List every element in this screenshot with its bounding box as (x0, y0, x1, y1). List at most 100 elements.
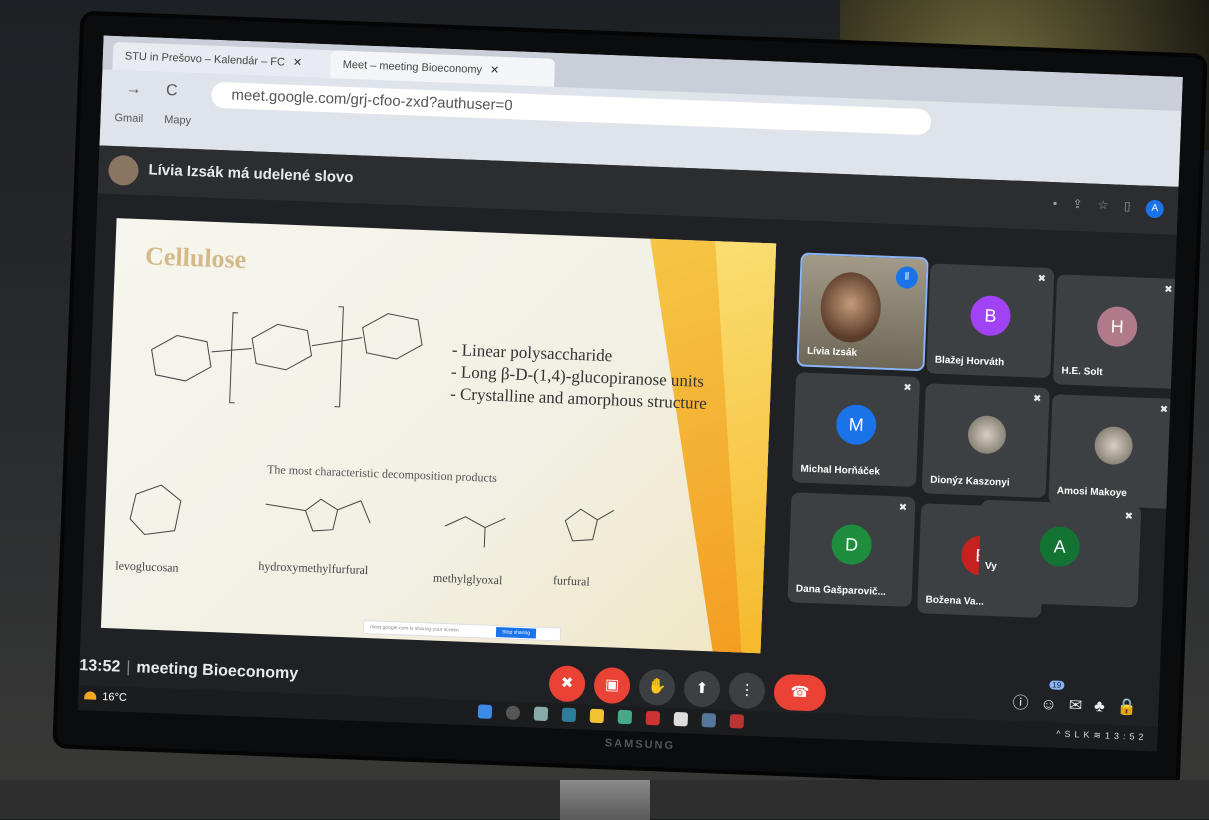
camera-off-icon: ▣ (604, 676, 620, 694)
mic-off-icon: ✖ (1159, 404, 1169, 416)
monitor-logo: SAMSUNG (604, 737, 676, 752)
participant-name: Dionýz Kaszonyi (929, 474, 1010, 489)
avatar: H (1096, 305, 1138, 348)
monitor: STU in Prešovo – Kalendár – FC ✕ Meet – m… (56, 14, 1204, 788)
share-notice-text: meet.google.com is sharing your screen (370, 624, 459, 634)
close-icon[interactable]: ✕ (293, 57, 303, 69)
app-icon[interactable] (701, 712, 717, 728)
tab-calendar[interactable]: STU in Prešovo – Kalendár – FC ✕ (112, 41, 348, 79)
participant-name: Amosi Makoye (1056, 485, 1128, 500)
language-indicator[interactable]: SLK (1064, 729, 1093, 740)
speaking-indicator-icon: ⦀ (895, 266, 919, 289)
participant-tile-amosi[interactable]: ✖ Amosi Makoye (1048, 394, 1177, 509)
participant-tile-livia[interactable]: ⦀ Lívia Izsák (796, 252, 929, 372)
participant-tile-solt[interactable]: ✖ H H.E. Solt (1052, 274, 1182, 389)
acrobat-icon[interactable] (645, 710, 661, 726)
avatar: B (969, 295, 1012, 337)
stop-sharing-button[interactable]: Stop sharing (495, 627, 537, 639)
activities-icon[interactable]: ♣ (1094, 698, 1117, 716)
product-label: levoglucosan (115, 558, 179, 575)
weather-widget[interactable]: 16°C (84, 690, 127, 704)
participant-count-badge: 19 (1049, 680, 1065, 690)
self-label: Vy (984, 560, 997, 573)
participant-name: H.E. Solt (1061, 365, 1103, 379)
more-icon: ⋮ (739, 681, 755, 699)
avatar (1093, 425, 1134, 466)
avatar: D (830, 523, 873, 566)
tab-meet[interactable]: Meet – meeting Bioeconomy ✕ (330, 50, 556, 87)
chrome-icon[interactable] (617, 709, 633, 725)
present-button[interactable]: ⬆ (683, 670, 721, 708)
hang-up-icon: ☎ (790, 683, 810, 702)
participant-tile-dionyz[interactable]: ✖ Dionýz Kaszonyi (921, 383, 1050, 499)
profile-avatar[interactable]: A (1145, 199, 1165, 219)
product-structures (129, 484, 615, 548)
cellulose-structure (151, 306, 423, 408)
mic-off-icon: ✖ (1032, 393, 1042, 405)
browser-action-icons[interactable]: ▪ ⇪ ☆ ▯ A (1052, 196, 1165, 219)
meeting-info: 13:52 | meeting Bioeconomy (79, 657, 298, 683)
more-options-button[interactable]: ⋮ (728, 672, 766, 710)
mic-off-icon: ✖ (560, 674, 574, 693)
back-forward-reload-icons[interactable]: → C (125, 80, 188, 100)
mic-off-icon: ✖ (1037, 273, 1047, 285)
chat-icon[interactable]: ✉ (1068, 697, 1094, 715)
temperature: 16°C (102, 690, 128, 704)
mic-off-icon: ✖ (1164, 284, 1173, 296)
people-icon[interactable]: ☺ (1040, 696, 1069, 714)
hand-icon: ✋ (647, 677, 667, 696)
clock[interactable]: 13:52 (1105, 730, 1148, 742)
bullet-list: - Linear polysaccharide - Long β-D-(1,4)… (450, 339, 709, 415)
product-label: furfural (552, 573, 590, 589)
close-icon[interactable]: ✕ (490, 64, 500, 76)
bookmarks-bar: Gmail Mapy (114, 112, 209, 128)
screen-share-notice: meet.google.com is sharing your screen S… (362, 619, 562, 642)
avatar (107, 154, 140, 186)
product-label: hydroxymethylfurfural (258, 558, 369, 578)
participant-video (819, 271, 883, 344)
self-view-tile[interactable]: ✖ A Vy (977, 499, 1142, 608)
participant-tile-blazej[interactable]: ✖ B Blažej Horváth (926, 263, 1055, 379)
mic-toggle-button[interactable]: ✖ (548, 665, 586, 703)
participant-tile-dana[interactable]: ✖ D Dana Gašparovič... (787, 492, 916, 607)
raise-hand-button[interactable]: ✋ (638, 668, 676, 706)
tab-title: STU in Prešovo – Kalendár – FC (124, 50, 286, 69)
tab-title: Meet – meeting Bioeconomy (342, 58, 483, 77)
participant-name: Dana Gašparovič... (795, 583, 887, 598)
avatar: A (1038, 525, 1081, 568)
folder-icon[interactable] (589, 708, 605, 724)
participant-name: Michal Horňáček (800, 463, 881, 478)
screen: STU in Prešovo – Kalendár – FC ✕ Meet – m… (77, 35, 1183, 752)
task-view-icon[interactable] (533, 706, 549, 722)
app-icon[interactable] (673, 711, 689, 727)
powerpoint-icon[interactable] (729, 714, 745, 729)
search-icon[interactable] (505, 705, 521, 720)
system-tray: ^SLK≋13:52 (1056, 729, 1148, 743)
taskbar-apps (477, 704, 759, 734)
leave-call-button[interactable]: ☎ (773, 673, 827, 712)
camera-toggle-button[interactable]: ▣ (593, 666, 631, 705)
start-icon[interactable] (477, 704, 493, 719)
meeting-time: 13:52 (79, 657, 121, 676)
bookmark-gmail[interactable]: Gmail (114, 112, 143, 125)
participant-name: Lívia Izsák (806, 345, 858, 359)
participant-name: Božena Va... (925, 594, 985, 608)
presenter-banner: Lívia Izsák má udelené slovo (148, 161, 354, 187)
edge-icon[interactable] (561, 707, 577, 723)
avatar (967, 415, 1007, 455)
monitor-stand (560, 780, 650, 820)
mic-off-icon: ✖ (1124, 511, 1134, 523)
slide-title: Cellulose (144, 241, 247, 275)
mic-off-icon: ✖ (898, 502, 908, 514)
weather-icon (84, 691, 97, 700)
side-panel-controls: ⓘ☺ 19 ✉♣🔒 (1012, 680, 1149, 718)
bookmark-mapy[interactable]: Mapy (164, 114, 191, 127)
divider: | (125, 658, 131, 677)
info-icon[interactable]: ⓘ (1012, 695, 1041, 713)
participant-tile-michal[interactable]: ✖ M Michal Horňáček (791, 372, 921, 488)
present-icon: ⬆ (695, 679, 709, 698)
participant-name: Blažej Horváth (934, 354, 1005, 369)
mic-off-icon: ✖ (903, 382, 912, 394)
host-controls-icon[interactable]: 🔒 (1116, 699, 1149, 717)
shared-slide: Cellulose - Linear polysaccharide - Long… (100, 218, 777, 654)
